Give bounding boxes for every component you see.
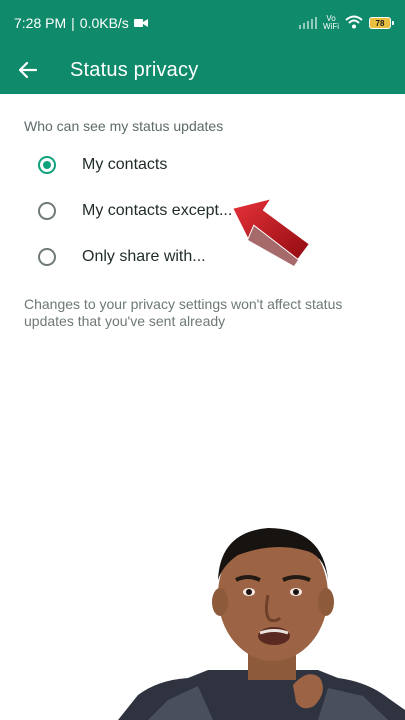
signal-icon xyxy=(299,17,317,29)
video-camera-icon xyxy=(133,18,148,28)
back-button[interactable] xyxy=(16,58,40,82)
radio-my-contacts[interactable] xyxy=(38,156,56,174)
status-time: 7:28 PM xyxy=(14,15,67,31)
network-speed: 0.0KB/s xyxy=(79,15,129,31)
arrow-back-icon xyxy=(18,61,38,79)
page-title: Status privacy xyxy=(70,58,199,81)
vowifi-indicator: Vo WiFi xyxy=(323,14,339,31)
section-title: Who can see my status updates xyxy=(24,118,224,134)
status-bar: 7:28 PM | 0.0KB/s Vo WiFi 78 xyxy=(0,0,405,46)
privacy-note: Changes to your privacy settings won't a… xyxy=(24,296,343,329)
app-bar: Status privacy xyxy=(0,46,405,94)
option-my-contacts[interactable]: My contacts xyxy=(38,148,338,182)
status-bar-left: 7:28 PM | 0.0KB/s xyxy=(14,15,148,31)
option-label: Only share with... xyxy=(82,248,206,265)
status-separator: | xyxy=(71,15,75,31)
presenter-video-overlay xyxy=(118,528,405,720)
option-label: My contacts xyxy=(82,156,168,173)
status-bar-right: Vo WiFi 78 xyxy=(299,14,394,32)
radio-only-share-with[interactable] xyxy=(38,248,56,266)
pointer-arrow-overlay-icon xyxy=(230,196,312,266)
option-label: My contacts except... xyxy=(82,202,233,219)
battery-icon: 78 xyxy=(369,17,394,29)
wifi-icon xyxy=(345,15,363,32)
radio-my-contacts-except[interactable] xyxy=(38,202,56,220)
